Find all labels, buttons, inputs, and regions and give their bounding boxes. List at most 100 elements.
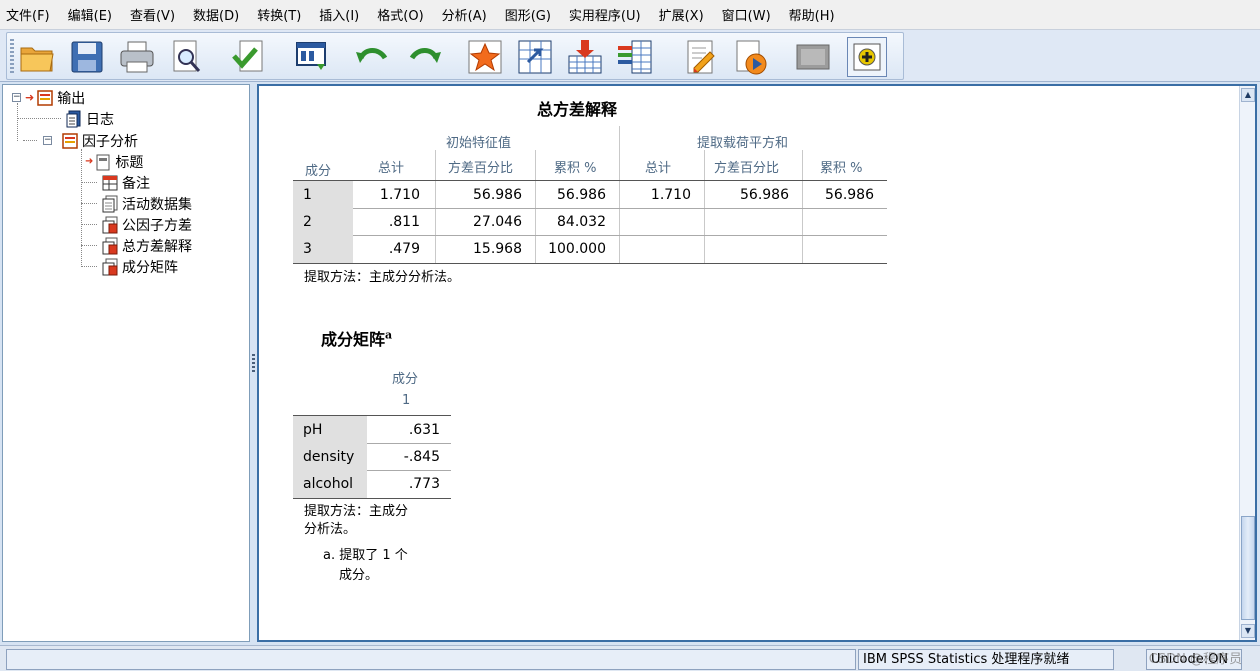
toolbar-grip[interactable] xyxy=(10,39,14,75)
collapse-output-toggle[interactable]: − xyxy=(12,93,21,102)
component-footnote-1: 提取方法：主成分 xyxy=(304,504,409,519)
group-extraction-sums: 提取载荷平方和 xyxy=(697,136,789,151)
variance-cell: 56.986 xyxy=(740,187,789,203)
tree-item-notes[interactable]: 备注 xyxy=(101,172,150,193)
tree-label-component: 成分矩阵 xyxy=(122,259,178,276)
variance-cell: .811 xyxy=(388,214,420,230)
tree-item-log[interactable]: 日志 xyxy=(65,108,114,129)
group-initial-eigen: 初始特征值 xyxy=(446,136,512,151)
col-extract-total: 总计 xyxy=(645,161,672,176)
status-main xyxy=(6,649,856,670)
dataset-icon xyxy=(102,195,118,212)
communalities-table-icon xyxy=(102,216,118,233)
variance-footnote: 提取方法：主成分分析法。 xyxy=(304,270,461,285)
outline-pane: − ➜ 输出 日志 − 因子分析 ➜ 标题 备注 活动数据集 公因子方差 总方差… xyxy=(2,84,250,642)
undo-icon[interactable] xyxy=(352,37,392,77)
collapse-factor-toggle[interactable]: − xyxy=(43,136,52,145)
tree-label-communalities: 公因子方差 xyxy=(122,217,192,234)
tree-item-component-matrix[interactable]: 成分矩阵 xyxy=(101,256,178,277)
variance-cell: 56.986 xyxy=(557,187,606,203)
component-matrix-title-sup: a xyxy=(385,328,393,342)
tree-label-dataset: 活动数据集 xyxy=(122,196,192,213)
goto-case-icon[interactable] xyxy=(515,37,555,77)
component-table-icon xyxy=(102,258,118,275)
output-book-icon xyxy=(37,89,53,106)
tree-item-title[interactable]: ➜ 标题 xyxy=(85,151,143,172)
menu-item[interactable]: 实用程序(U) xyxy=(563,5,653,24)
variance-row-label: 2 xyxy=(303,214,312,230)
print-preview-icon[interactable] xyxy=(167,37,207,77)
col-initial-pct: 方差百分比 xyxy=(448,161,514,176)
menu-item[interactable]: 扩展(X) xyxy=(653,5,716,24)
menu-item[interactable]: 查看(V) xyxy=(124,5,187,24)
variance-cell: 15.968 xyxy=(473,241,522,257)
menu-item[interactable]: 图形(G) xyxy=(499,5,563,24)
component-footnote-2: 分析法。 xyxy=(304,522,357,537)
notes-table-icon xyxy=(102,175,118,190)
menu-item[interactable]: 分析(A) xyxy=(436,5,499,24)
tree-label-output: 输出 xyxy=(57,90,86,107)
menu-bar: 文件(F) 编辑(E) 查看(V) 数据(D) 转换(T) 插入(I) 格式(O) 分析(A)… xyxy=(0,0,1260,30)
component-subhead: 1 xyxy=(402,393,411,408)
scroll-up-icon[interactable]: ▲ xyxy=(1241,88,1255,102)
variance-cell: .479 xyxy=(388,241,420,257)
pane-splitter[interactable] xyxy=(250,84,257,642)
tree-label-notes: 备注 xyxy=(122,175,150,192)
tree-label-factor: 因子分析 xyxy=(82,133,138,150)
tree-item-output[interactable]: ➜ 输出 xyxy=(25,87,85,108)
variance-cell: 100.000 xyxy=(548,241,606,257)
designate-window-icon[interactable] xyxy=(681,37,721,77)
col-extract-cum: 累积 % xyxy=(820,161,863,176)
tree-item-communalities[interactable]: 公因子方差 xyxy=(101,214,192,235)
menu-item[interactable]: 编辑(E) xyxy=(62,5,124,24)
toolbar xyxy=(0,30,1260,82)
title-icon xyxy=(96,154,110,170)
vertical-scrollbar[interactable]: ▲ ▼ xyxy=(1239,86,1255,640)
tree-label-variance: 总方差解释 xyxy=(122,238,192,255)
hide-icon[interactable] xyxy=(793,37,833,77)
col-initial-cum: 累积 % xyxy=(554,161,597,176)
variance-row-label: 3 xyxy=(303,241,312,257)
menu-item[interactable]: 转换(T) xyxy=(251,5,313,24)
export-icon[interactable] xyxy=(229,37,269,77)
component-row-label: pH xyxy=(303,422,323,438)
print-icon[interactable] xyxy=(117,37,157,77)
component-row-label: alcohol xyxy=(303,476,354,492)
menu-item[interactable]: 帮助(H) xyxy=(783,5,847,24)
save-icon[interactable] xyxy=(67,37,107,77)
variance-cell: 56.986 xyxy=(473,187,522,203)
menu-item[interactable]: 插入(I) xyxy=(313,5,371,24)
tree-item-active-dataset[interactable]: 活动数据集 xyxy=(101,193,192,214)
goto-data-icon[interactable] xyxy=(465,37,505,77)
scroll-thumb[interactable] xyxy=(1241,516,1255,620)
tree-item-factor-analysis[interactable]: 因子分析 xyxy=(61,130,138,151)
tree-item-variance[interactable]: 总方差解释 xyxy=(101,235,192,256)
promote-icon[interactable] xyxy=(847,37,887,77)
col-component: 成分 xyxy=(305,164,332,179)
variance-cell: 56.986 xyxy=(825,187,874,203)
component-row-label: density xyxy=(303,449,355,465)
recall-dialog-icon[interactable] xyxy=(292,37,332,77)
insert-variable-icon[interactable] xyxy=(565,37,605,77)
factor-book-icon xyxy=(62,132,78,149)
status-processor: IBM SPSS Statistics 处理程序就绪 xyxy=(858,649,1114,670)
scroll-down-icon[interactable]: ▼ xyxy=(1241,624,1255,638)
variance-table-title: 总方差解释 xyxy=(537,100,618,119)
open-folder-icon[interactable] xyxy=(17,37,57,77)
variance-cell: 1.710 xyxy=(650,187,691,203)
redo-icon[interactable] xyxy=(405,37,445,77)
menu-item[interactable]: 文件(F) xyxy=(0,5,62,24)
component-value: .631 xyxy=(408,422,440,438)
log-icon xyxy=(66,110,81,127)
menu-item[interactable]: 格式(O) xyxy=(371,5,435,24)
component-value: -.845 xyxy=(403,449,440,465)
menu-item[interactable]: 窗口(W) xyxy=(716,5,783,24)
variables-icon[interactable] xyxy=(615,37,655,77)
col-extract-pct: 方差百分比 xyxy=(714,161,780,176)
component-value: .773 xyxy=(408,476,440,492)
run-script-icon[interactable] xyxy=(731,37,771,77)
component-matrix-title-text: 成分矩阵 xyxy=(321,330,386,349)
col-initial-total: 总计 xyxy=(378,161,405,176)
menu-item[interactable]: 数据(D) xyxy=(187,5,251,24)
toolbar-strip xyxy=(6,32,904,80)
